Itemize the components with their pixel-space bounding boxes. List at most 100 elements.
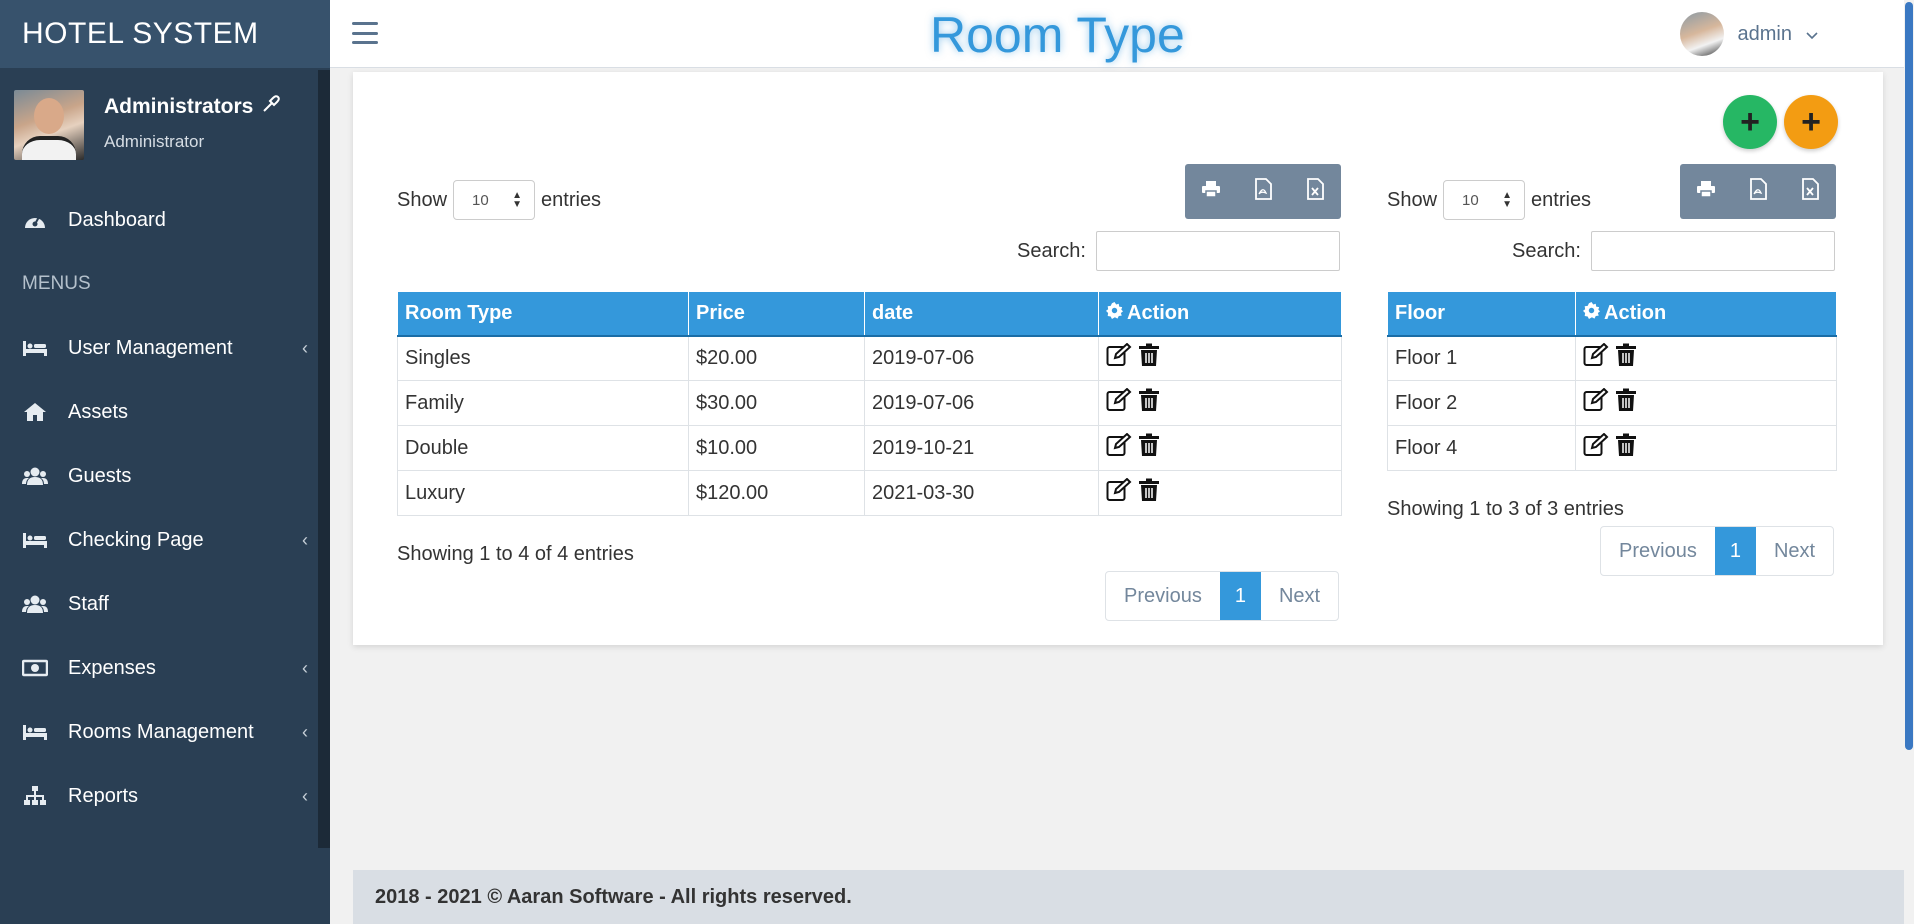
file-pdf-icon bbox=[1749, 178, 1767, 205]
print-button[interactable] bbox=[1185, 164, 1237, 219]
cell-action bbox=[1098, 425, 1342, 471]
sidebar-item-staff[interactable]: Staff bbox=[0, 572, 330, 636]
action-column-header: Action bbox=[1098, 291, 1342, 337]
edit-icon[interactable] bbox=[1106, 387, 1132, 418]
print-button[interactable] bbox=[1680, 164, 1732, 219]
page-length-select[interactable]: 10 ▲ ▼ bbox=[1443, 180, 1526, 220]
add-room-type-button[interactable]: + bbox=[1723, 95, 1777, 149]
column-header[interactable]: Price bbox=[688, 291, 865, 337]
excel-export-button[interactable] bbox=[1289, 164, 1341, 219]
sitemap-icon bbox=[22, 785, 48, 807]
chevron-left-icon: ‹ bbox=[302, 657, 308, 678]
trash-icon[interactable] bbox=[1138, 343, 1160, 373]
trash-icon[interactable] bbox=[1615, 388, 1637, 418]
footer-copyright: 2018 - 2021 © Aaran Software - All right… bbox=[375, 885, 852, 908]
cell-floor: Floor 4 bbox=[1387, 425, 1576, 471]
column-header[interactable]: Room Type bbox=[397, 291, 689, 337]
show-label: Show bbox=[1387, 188, 1438, 211]
cell-action bbox=[1575, 380, 1837, 426]
sidebar-item-label: Rooms Management bbox=[68, 720, 254, 743]
previous-page-button[interactable]: Previous bbox=[1601, 527, 1715, 575]
table-row: Singles $20.00 2019-07-06 bbox=[397, 335, 1342, 381]
table-row: Double $10.00 2019-10-21 bbox=[397, 425, 1342, 471]
bed-icon bbox=[22, 721, 48, 743]
eyedropper-icon[interactable] bbox=[261, 94, 281, 120]
sidebar-item-user-management[interactable]: User Management ‹ bbox=[0, 316, 330, 380]
users-icon bbox=[22, 465, 48, 487]
page-scrollbar[interactable] bbox=[1904, 0, 1914, 924]
pdf-export-button[interactable] bbox=[1732, 164, 1784, 219]
edit-icon[interactable] bbox=[1583, 387, 1609, 418]
trash-icon[interactable] bbox=[1615, 433, 1637, 463]
page-length-value: 10 bbox=[1462, 191, 1479, 209]
cell-action bbox=[1098, 380, 1342, 426]
cell-floor: Floor 1 bbox=[1387, 335, 1576, 381]
cell-date: 2019-07-06 bbox=[864, 335, 1099, 381]
bed-icon bbox=[22, 529, 48, 551]
next-page-button[interactable]: Next bbox=[1756, 527, 1833, 575]
sidebar-item-reports[interactable]: Reports ‹ bbox=[0, 764, 330, 828]
search-input[interactable] bbox=[1095, 231, 1340, 271]
column-header[interactable]: Floor bbox=[1387, 291, 1576, 337]
previous-page-button[interactable]: Previous bbox=[1106, 572, 1220, 620]
sidebar-item-expenses[interactable]: Expenses ‹ bbox=[0, 636, 330, 700]
edit-icon[interactable] bbox=[1583, 432, 1609, 463]
next-page-button[interactable]: Next bbox=[1261, 572, 1338, 620]
table-row: Family $30.00 2019-07-06 bbox=[397, 380, 1342, 426]
brand-title[interactable]: HOTEL SYSTEM bbox=[0, 0, 330, 68]
menu-toggle-icon[interactable] bbox=[352, 22, 378, 44]
cell-action bbox=[1098, 470, 1342, 516]
page-number-button[interactable]: 1 bbox=[1219, 572, 1261, 620]
sidebar-item-guests[interactable]: Guests bbox=[0, 444, 330, 508]
sidebar-item-checking-page[interactable]: Checking Page ‹ bbox=[0, 508, 330, 572]
cell-price: $10.00 bbox=[688, 425, 865, 471]
trash-icon[interactable] bbox=[1138, 478, 1160, 508]
bed-icon bbox=[22, 337, 48, 359]
edit-icon[interactable] bbox=[1106, 432, 1132, 463]
sidebar-item-label: Expenses bbox=[68, 656, 156, 679]
print-icon bbox=[1696, 180, 1716, 203]
trash-icon[interactable] bbox=[1138, 433, 1160, 463]
edit-icon[interactable] bbox=[1583, 342, 1609, 373]
gear-icon bbox=[1583, 301, 1600, 325]
action-column-header: Action bbox=[1575, 291, 1837, 337]
trash-icon[interactable] bbox=[1138, 388, 1160, 418]
sidebar-item-rooms-management[interactable]: Rooms Management ‹ bbox=[0, 700, 330, 764]
edit-icon[interactable] bbox=[1106, 342, 1132, 373]
money-icon bbox=[22, 657, 48, 679]
column-header[interactable]: date bbox=[864, 291, 1099, 337]
search-input[interactable] bbox=[1590, 231, 1835, 271]
page-number-button[interactable]: 1 bbox=[1714, 527, 1756, 575]
sidebar-scrollbar[interactable] bbox=[318, 70, 330, 848]
pdf-export-button[interactable] bbox=[1237, 164, 1289, 219]
profile-name-row: Administrators bbox=[104, 94, 281, 120]
sidebar-item-label: Checking Page bbox=[68, 528, 204, 551]
sidebar-item-label: Reports bbox=[68, 784, 139, 807]
user-menu[interactable]: admin bbox=[1679, 12, 1818, 56]
sidebar-item-assets[interactable]: Assets bbox=[0, 380, 330, 444]
excel-export-button[interactable] bbox=[1784, 164, 1836, 219]
add-floor-button[interactable]: + bbox=[1784, 95, 1838, 149]
chevron-left-icon: ‹ bbox=[302, 529, 308, 550]
cell-date: 2021-03-30 bbox=[864, 470, 1099, 516]
floor-table: Floor Action Floor 1 Floor 2 Floor 4 bbox=[1387, 291, 1837, 471]
room-type-table: Room Type Price date Action Singles $20.… bbox=[397, 291, 1342, 516]
file-pdf-icon bbox=[1254, 178, 1272, 205]
table-header-row: Room Type Price date Action bbox=[397, 291, 1342, 337]
pagination-floor: Previous 1 Next bbox=[1600, 526, 1835, 576]
export-buttons-floor bbox=[1680, 164, 1836, 219]
cell-room-type: Singles bbox=[397, 335, 689, 381]
cell-price: $20.00 bbox=[688, 335, 865, 381]
trash-icon[interactable] bbox=[1615, 343, 1637, 373]
profile-avatar bbox=[14, 90, 84, 160]
cell-floor: Floor 2 bbox=[1387, 380, 1576, 426]
entries-label: entries bbox=[541, 188, 602, 211]
sidebar-item-label: User Management bbox=[68, 336, 233, 359]
page-length-select[interactable]: 10 ▲ ▼ bbox=[453, 180, 536, 220]
chevron-left-icon: ‹ bbox=[302, 721, 308, 742]
action-header-label: Action bbox=[1604, 301, 1667, 324]
edit-icon[interactable] bbox=[1106, 477, 1132, 508]
sidebar-item-dashboard[interactable]: Dashboard bbox=[0, 188, 330, 252]
table-row: Floor 2 bbox=[1387, 380, 1837, 426]
content-panel: + + Show 10 ▲ ▼ entries Search: Room Type… bbox=[353, 72, 1883, 645]
